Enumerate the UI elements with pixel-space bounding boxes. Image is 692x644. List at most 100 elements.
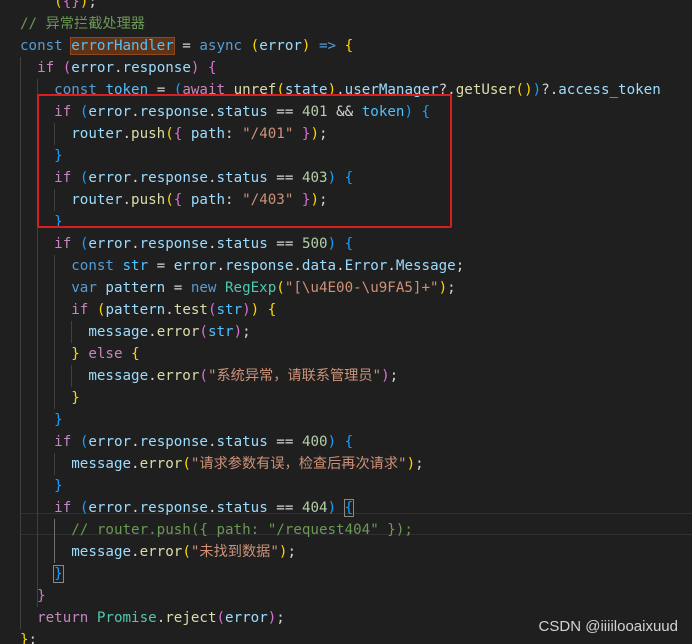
code-token: ) xyxy=(532,82,542,98)
code-token: message xyxy=(71,544,132,560)
code-token: var xyxy=(71,280,97,296)
code-line[interactable]: if (error.response.status == 400) { xyxy=(20,431,692,453)
code-token: errorHandler xyxy=(70,37,175,55)
code-token: 500 xyxy=(301,236,328,252)
code-token: ( xyxy=(216,610,226,626)
code-token: data xyxy=(301,258,337,274)
code-token: ( xyxy=(199,324,208,340)
code-line[interactable]: message.error("请求参数有误，检查后再次请求"); xyxy=(20,453,692,475)
code-token: ; xyxy=(455,258,465,274)
code-token: error xyxy=(88,236,132,252)
code-token: . xyxy=(156,610,166,626)
code-token: . xyxy=(165,302,174,318)
code-token: ) xyxy=(233,324,243,340)
code-line[interactable]: ({}); xyxy=(20,0,692,13)
code-token: error xyxy=(156,368,200,384)
code-token: error xyxy=(225,610,268,626)
code-token: . xyxy=(293,258,302,274)
code-editor[interactable]: ({});// 异常拦截处理器 const errorHandler = asyn… xyxy=(0,0,692,644)
code-token: } xyxy=(54,478,63,494)
code-line[interactable]: const errorHandler = async (error) => { xyxy=(20,35,692,57)
code-token: } xyxy=(37,588,46,604)
code-token: = xyxy=(165,280,191,296)
code-token: . xyxy=(131,456,140,472)
code-line[interactable]: // 异常拦截处理器 xyxy=(20,13,692,35)
code-line[interactable]: if (pattern.test(str)) { xyxy=(20,299,692,321)
code-line[interactable]: const str = error.response.data.Error.Me… xyxy=(20,255,692,277)
code-token: } xyxy=(20,632,29,644)
code-line[interactable]: message.error(str); xyxy=(20,321,692,343)
code-token: . xyxy=(207,500,217,516)
code-token: ) xyxy=(406,456,416,472)
code-token: ; xyxy=(287,544,296,560)
code-token: Error xyxy=(344,258,388,274)
code-token: error xyxy=(88,434,132,450)
code-line[interactable]: if (error.response.status == 500) { xyxy=(20,233,692,255)
code-line[interactable]: } xyxy=(20,387,692,409)
code-token: == xyxy=(267,236,302,252)
code-token: async xyxy=(199,38,243,54)
code-token: ) xyxy=(267,610,277,626)
code-line[interactable]: var pattern = new RegExp("[\u4E00-\u9FA5… xyxy=(20,277,692,299)
code-token: error xyxy=(88,500,132,516)
code-token: ( xyxy=(515,82,525,98)
code-line[interactable]: } else { xyxy=(20,343,692,365)
code-token: "[\u4E00-\u9FA5]+" xyxy=(284,280,439,296)
code-token: if xyxy=(54,500,72,516)
code-token: 404 xyxy=(301,500,328,516)
code-token: . xyxy=(114,60,123,76)
code-token: ( xyxy=(250,38,260,54)
code-token: pattern xyxy=(105,280,166,296)
code-token: ) xyxy=(327,500,337,516)
code-token: . xyxy=(216,258,226,274)
code-line[interactable]: } xyxy=(20,563,692,585)
code-token: ) xyxy=(381,368,390,384)
code-line[interactable]: message.error("系统异常，请联系管理员"); xyxy=(20,365,692,387)
code-token: ) xyxy=(524,82,533,98)
code-token: ( xyxy=(199,368,208,384)
code-token: response xyxy=(139,500,208,516)
code-token: reject xyxy=(165,610,217,626)
code-token: . xyxy=(387,258,396,274)
code-line[interactable]: } xyxy=(20,585,692,607)
code-line[interactable]: } xyxy=(20,409,692,431)
code-token: . xyxy=(207,236,217,252)
code-token: . xyxy=(131,236,140,252)
code-token: ( xyxy=(62,60,72,76)
code-line[interactable]: // router.push({ path: "/request404" }); xyxy=(20,519,692,541)
code-line[interactable]: } xyxy=(20,475,692,497)
code-token: { xyxy=(344,236,354,252)
code-line[interactable]: message.error("未找到数据"); xyxy=(20,541,692,563)
code-token: error xyxy=(173,258,217,274)
code-token: message xyxy=(88,368,149,384)
code-line[interactable]: if (error.response) { xyxy=(20,57,692,79)
code-token: ; xyxy=(242,324,251,340)
code-line[interactable]: if (error.response.status == 404) { xyxy=(20,497,692,519)
code-token: str xyxy=(216,302,243,318)
code-token: } xyxy=(54,412,63,428)
